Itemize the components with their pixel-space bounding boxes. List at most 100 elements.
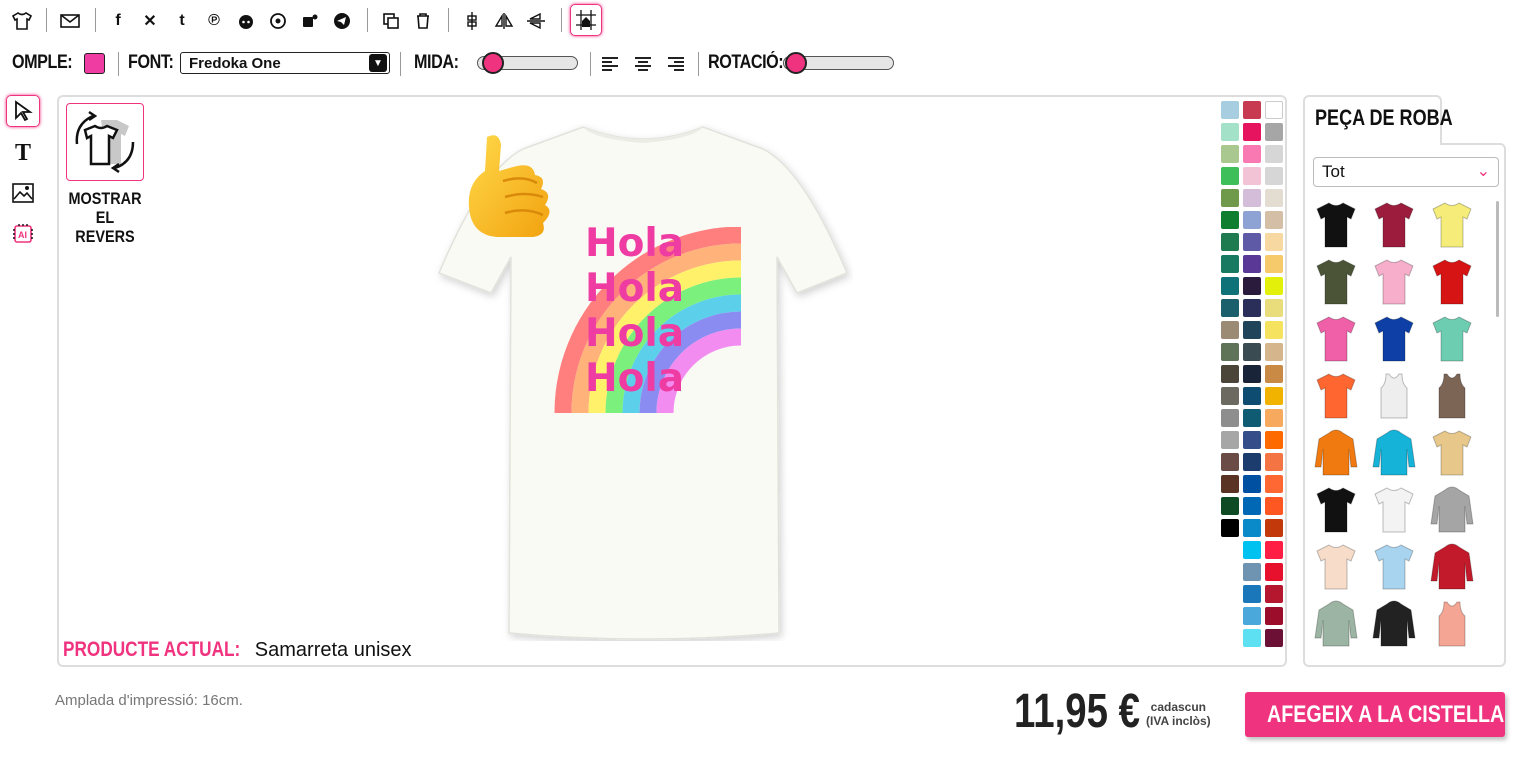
design-canvas[interactable]: MOSTRAR EL REVERS Hola Hola Hola Hola PR…	[57, 95, 1287, 667]
garment-item-tshirt-tiedye[interactable]	[1427, 427, 1477, 477]
color-swatch[interactable]	[1265, 563, 1283, 581]
duplicate-icon[interactable]	[378, 8, 404, 34]
color-swatch[interactable]	[1243, 123, 1261, 141]
color-swatch[interactable]	[1243, 629, 1261, 647]
garment-item-hoodie-black-orange[interactable]	[1369, 598, 1419, 648]
telegram-icon[interactable]	[329, 8, 355, 34]
color-swatch[interactable]	[1243, 475, 1261, 493]
align-left-icon[interactable]	[601, 54, 621, 74]
garment-item-tank-brown[interactable]	[1427, 370, 1477, 420]
color-swatch[interactable]	[1265, 607, 1283, 625]
color-swatch[interactable]	[1243, 299, 1261, 317]
color-swatch[interactable]	[1221, 145, 1239, 163]
color-swatch[interactable]	[1221, 101, 1239, 119]
garment-item-tshirt-black2[interactable]	[1311, 484, 1361, 534]
color-swatch[interactable]	[1221, 431, 1239, 449]
garment-item-tshirt-royal[interactable]	[1369, 313, 1419, 363]
color-swatch[interactable]	[1221, 189, 1239, 207]
color-swatch[interactable]	[1243, 563, 1261, 581]
color-swatch[interactable]	[1243, 431, 1261, 449]
pinterest-icon[interactable]: ℗	[201, 8, 227, 34]
size-slider-knob[interactable]	[482, 52, 504, 74]
color-swatch[interactable]	[1243, 453, 1261, 471]
color-swatch[interactable]	[1243, 343, 1261, 361]
tshirt-icon[interactable]	[9, 8, 35, 34]
text-tool-icon[interactable]: T	[6, 137, 40, 169]
color-swatch[interactable]	[1243, 387, 1261, 405]
email-icon[interactable]	[57, 8, 83, 34]
color-swatch[interactable]	[1265, 255, 1283, 273]
color-swatch[interactable]	[1265, 541, 1283, 559]
center-vertical-icon[interactable]	[459, 8, 485, 34]
tumblr-icon[interactable]: t	[169, 8, 195, 34]
color-swatch[interactable]	[1243, 409, 1261, 427]
flip-vertical-icon[interactable]	[523, 8, 549, 34]
color-swatch[interactable]	[1221, 497, 1239, 515]
color-swatch[interactable]	[1221, 387, 1239, 405]
color-swatch[interactable]	[1265, 497, 1283, 515]
delete-icon[interactable]	[410, 8, 436, 34]
garment-item-hoodie-orange[interactable]	[1311, 427, 1361, 477]
teams-icon[interactable]	[297, 8, 323, 34]
color-swatch[interactable]	[1265, 277, 1283, 295]
color-swatch[interactable]	[1265, 409, 1283, 427]
color-swatch[interactable]	[1221, 211, 1239, 229]
color-swatch[interactable]	[1221, 277, 1239, 295]
rotation-slider-knob[interactable]	[785, 52, 807, 74]
color-swatch[interactable]	[1243, 541, 1261, 559]
color-swatch[interactable]	[1221, 167, 1239, 185]
color-swatch[interactable]	[1221, 409, 1239, 427]
color-swatch[interactable]	[1265, 475, 1283, 493]
show-back-button[interactable]	[66, 103, 144, 181]
rotation-slider[interactable]	[783, 52, 894, 74]
align-right-icon[interactable]	[665, 54, 685, 74]
color-swatch[interactable]	[1243, 145, 1261, 163]
garment-item-tshirt-hotpink[interactable]	[1311, 313, 1361, 363]
color-swatch[interactable]	[1265, 101, 1283, 119]
color-swatch[interactable]	[1243, 101, 1261, 119]
color-swatch[interactable]	[1243, 519, 1261, 537]
color-swatch[interactable]	[1221, 475, 1239, 493]
color-swatch[interactable]	[1265, 299, 1283, 317]
tab-garment[interactable]: PEÇA DE ROBA	[1303, 95, 1453, 145]
reddit-icon[interactable]	[233, 8, 259, 34]
fill-color-swatch[interactable]	[84, 53, 105, 74]
grid-toggle-icon[interactable]	[570, 4, 602, 36]
color-swatch[interactable]	[1265, 211, 1283, 229]
color-swatch[interactable]	[1265, 321, 1283, 339]
ai-tool-icon[interactable]: AI	[6, 218, 40, 250]
garment-item-tank-coral[interactable]	[1427, 598, 1477, 648]
garment-item-hoodie-cyan[interactable]	[1369, 427, 1419, 477]
color-swatch[interactable]	[1243, 277, 1261, 295]
color-swatch[interactable]	[1243, 321, 1261, 339]
garment-item-tshirt-pink[interactable]	[1369, 256, 1419, 306]
garment-filter-select[interactable]: Tot ⌄	[1313, 157, 1499, 187]
color-swatch[interactable]	[1221, 365, 1239, 383]
color-swatch[interactable]	[1221, 299, 1239, 317]
garment-item-tshirt-yellow[interactable]	[1427, 199, 1477, 249]
color-swatch[interactable]	[1265, 387, 1283, 405]
garment-item-tank-white[interactable]	[1369, 370, 1419, 420]
garment-item-tshirt-mint[interactable]	[1427, 313, 1477, 363]
hola-text-block[interactable]: Hola Hola Hola Hola	[585, 221, 684, 401]
garment-item-tshirt-olive[interactable]	[1311, 256, 1361, 306]
image-tool-icon[interactable]	[6, 177, 40, 209]
x-twitter-icon[interactable]: ✕	[137, 8, 163, 34]
facebook-icon[interactable]: f	[105, 8, 131, 34]
flip-horizontal-icon[interactable]	[491, 8, 517, 34]
color-swatch[interactable]	[1221, 233, 1239, 251]
align-center-icon[interactable]	[633, 54, 653, 74]
color-swatch[interactable]	[1221, 343, 1239, 361]
color-swatch[interactable]	[1265, 343, 1283, 361]
garment-item-tshirt-black[interactable]	[1311, 199, 1361, 249]
color-swatch[interactable]	[1243, 607, 1261, 625]
garment-item-tshirt-red[interactable]	[1427, 256, 1477, 306]
color-swatch[interactable]	[1265, 189, 1283, 207]
color-swatch[interactable]	[1221, 519, 1239, 537]
color-swatch[interactable]	[1265, 431, 1283, 449]
color-swatch[interactable]	[1243, 211, 1261, 229]
color-swatch[interactable]	[1243, 497, 1261, 515]
color-swatch[interactable]	[1243, 233, 1261, 251]
whatsapp-icon[interactable]	[265, 8, 291, 34]
color-swatch[interactable]	[1243, 167, 1261, 185]
